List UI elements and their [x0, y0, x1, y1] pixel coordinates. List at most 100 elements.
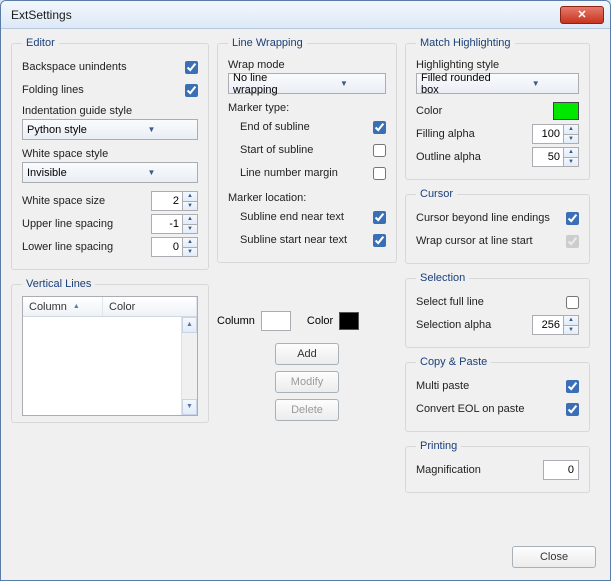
table-header-column[interactable]: Column ▲ [23, 297, 103, 316]
white-space-value: Invisible [27, 167, 110, 179]
scroll-up-icon[interactable]: ▲ [182, 317, 197, 333]
window-close-button[interactable]: ✕ [560, 6, 604, 24]
highlight-color-label: Color [416, 105, 553, 117]
chevron-down-icon: ▼ [307, 79, 381, 88]
color-picker[interactable] [339, 312, 359, 330]
line-wrapping-group: Line Wrapping Wrap mode No line wrapping… [217, 37, 397, 263]
delete-button[interactable]: Delete [275, 399, 339, 421]
down-icon[interactable]: ▼ [183, 202, 197, 211]
lower-spacing-stepper[interactable]: ▲▼ [151, 237, 198, 257]
cursor-beyond-label: Cursor beyond line endings [416, 212, 566, 224]
white-space-size-label: White space size [22, 195, 151, 207]
cursor-group: Cursor Cursor beyond line endings Wrap c… [405, 188, 590, 264]
printing-group: Printing Magnification [405, 440, 590, 493]
add-button[interactable]: Add [275, 343, 339, 365]
highlighting-style-value: Filled rounded box [421, 72, 498, 96]
highlighting-style-label: Highlighting style [416, 59, 579, 71]
down-icon[interactable]: ▼ [183, 248, 197, 257]
upper-spacing-label: Upper line spacing [22, 218, 151, 230]
marker-location-label: Marker location: [228, 192, 386, 204]
copy-paste-group: Copy & Paste Multi paste Convert EOL on … [405, 356, 590, 432]
upper-spacing-input[interactable] [151, 214, 183, 234]
scroll-down-icon[interactable]: ▼ [182, 399, 197, 415]
white-space-select[interactable]: Invisible ▼ [22, 162, 198, 183]
upper-spacing-stepper[interactable]: ▲▼ [151, 214, 198, 234]
modify-button[interactable]: Modify [275, 371, 339, 393]
end-of-subline-checkbox[interactable] [373, 121, 386, 134]
settings-window: ExtSettings ✕ Editor Backspace unindents… [0, 0, 611, 581]
match-highlighting-legend: Match Highlighting [416, 37, 515, 49]
selection-alpha-input[interactable] [532, 315, 564, 335]
subline-end-near-text-label: Subline end near text [240, 211, 373, 223]
backspace-unindents-checkbox[interactable] [185, 61, 198, 74]
down-icon[interactable]: ▼ [564, 326, 578, 335]
table-header-color[interactable]: Color [103, 297, 197, 316]
subline-start-near-text-checkbox[interactable] [373, 234, 386, 247]
multi-paste-label: Multi paste [416, 380, 566, 392]
folding-lines-label: Folding lines [22, 84, 185, 96]
selection-legend: Selection [416, 272, 469, 284]
cursor-beyond-checkbox[interactable] [566, 212, 579, 225]
highlighting-style-select[interactable]: Filled rounded box ▼ [416, 73, 579, 94]
vertical-lines-legend: Vertical Lines [22, 278, 95, 290]
outline-alpha-stepper[interactable]: ▲▼ [532, 147, 579, 167]
folding-lines-checkbox[interactable] [185, 84, 198, 97]
select-full-line-checkbox[interactable] [566, 296, 579, 309]
printing-legend: Printing [416, 440, 461, 452]
chevron-down-icon: ▼ [110, 125, 193, 134]
wrap-mode-label: Wrap mode [228, 59, 386, 71]
down-icon[interactable]: ▼ [183, 225, 197, 234]
marker-type-label: Marker type: [228, 102, 386, 114]
white-space-size-input[interactable] [151, 191, 183, 211]
outline-alpha-input[interactable] [532, 147, 564, 167]
line-wrapping-legend: Line Wrapping [228, 37, 307, 49]
selection-alpha-stepper[interactable]: ▲▼ [532, 315, 579, 335]
up-icon[interactable]: ▲ [183, 215, 197, 225]
wrap-mode-value: No line wrapping [233, 72, 307, 96]
cursor-legend: Cursor [416, 188, 457, 200]
scrollbar[interactable]: ▲ ▼ [181, 317, 197, 415]
start-of-subline-checkbox[interactable] [373, 144, 386, 157]
column-input[interactable] [261, 311, 291, 331]
chevron-down-icon: ▼ [498, 79, 575, 88]
lower-spacing-label: Lower line spacing [22, 241, 151, 253]
close-icon: ✕ [577, 8, 586, 21]
up-icon[interactable]: ▲ [183, 238, 197, 248]
close-button[interactable]: Close [512, 546, 596, 568]
up-icon[interactable]: ▲ [564, 316, 578, 326]
white-space-size-stepper[interactable]: ▲▼ [151, 191, 198, 211]
wrap-cursor-label: Wrap cursor at line start [416, 235, 566, 247]
start-of-subline-label: Start of subline [240, 144, 373, 156]
up-icon[interactable]: ▲ [183, 192, 197, 202]
line-number-margin-label: Line number margin [240, 167, 373, 179]
indent-guide-value: Python style [27, 124, 110, 136]
convert-eol-checkbox[interactable] [566, 403, 579, 416]
convert-eol-label: Convert EOL on paste [416, 403, 566, 415]
subline-start-near-text-label: Subline start near text [240, 234, 373, 246]
subline-end-near-text-checkbox[interactable] [373, 211, 386, 224]
column-label: Column [217, 315, 255, 327]
up-icon[interactable]: ▲ [564, 148, 578, 158]
wrap-mode-select[interactable]: No line wrapping ▼ [228, 73, 386, 94]
lower-spacing-input[interactable] [151, 237, 183, 257]
titlebar[interactable]: ExtSettings ✕ [1, 1, 610, 29]
indent-guide-select[interactable]: Python style ▼ [22, 119, 198, 140]
magnification-input[interactable] [543, 460, 579, 480]
content-area: Editor Backspace unindents Folding lines… [1, 29, 610, 580]
filling-alpha-stepper[interactable]: ▲▼ [532, 124, 579, 144]
down-icon[interactable]: ▼ [564, 158, 578, 167]
up-icon[interactable]: ▲ [564, 125, 578, 135]
editor-legend: Editor [22, 37, 59, 49]
selection-alpha-label: Selection alpha [416, 319, 532, 331]
vertical-lines-table[interactable]: Column ▲ Color ▲ ▼ [22, 296, 198, 416]
down-icon[interactable]: ▼ [564, 135, 578, 144]
sort-asc-icon: ▲ [73, 303, 80, 310]
filling-alpha-input[interactable] [532, 124, 564, 144]
match-highlighting-group: Match Highlighting Highlighting style Fi… [405, 37, 590, 180]
filling-alpha-label: Filling alpha [416, 128, 532, 140]
magnification-label: Magnification [416, 464, 543, 476]
backspace-unindents-label: Backspace unindents [22, 61, 185, 73]
line-number-margin-checkbox[interactable] [373, 167, 386, 180]
highlight-color-picker[interactable] [553, 102, 579, 120]
multi-paste-checkbox[interactable] [566, 380, 579, 393]
